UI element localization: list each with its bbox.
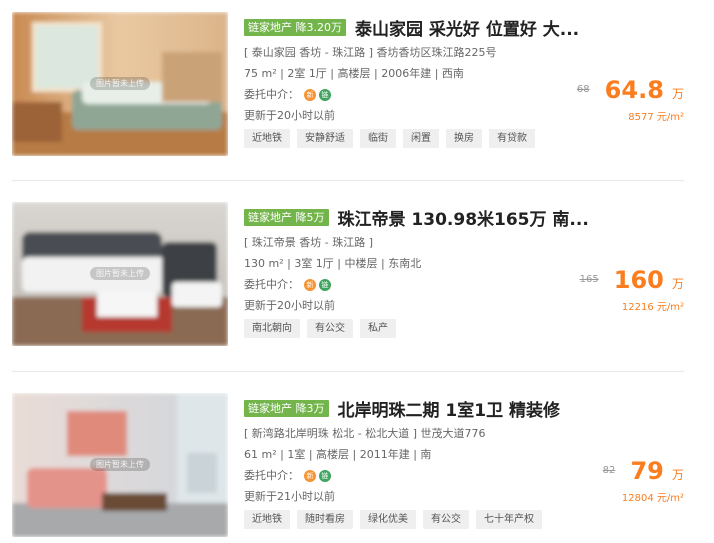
tag: 私产 xyxy=(360,319,396,338)
divider xyxy=(12,371,684,372)
price-unit: 万 xyxy=(671,468,684,482)
agent-label: 委托中介： xyxy=(244,278,299,291)
listing-card[interactable]: 图片暂未上传 链家地产 降5万 珠江帝景 130.98米165万 南... [ … xyxy=(0,190,714,350)
price-unit: 万 xyxy=(671,87,684,101)
listing-card[interactable]: 图片暂未上传 链家地产 降3万 北岸明珠二期 1室1卫 精装修 [ 新湾路北岸明… xyxy=(0,381,714,541)
tag: 绿化优美 xyxy=(360,510,416,529)
agent-lianjia-icon[interactable]: 链 xyxy=(319,88,331,101)
listing-photo[interactable]: 图片暂未上传 xyxy=(12,393,228,537)
tag: 安静舒适 xyxy=(297,129,353,148)
agent-new-icon[interactable]: 新 xyxy=(304,278,316,291)
price-block: 68 64.8 万 8577 元/m² xyxy=(544,76,684,123)
divider xyxy=(12,180,684,181)
listing-card[interactable]: 图片暂未上传 链家地产 降3.20万 泰山家园 采光好 位置好 大... [ 泰… xyxy=(0,0,714,160)
tag-list: 近地铁 安静舒适 临街 闲置 换房 有贷款 xyxy=(244,129,614,148)
listing-photo[interactable]: 图片暂未上传 xyxy=(12,12,228,156)
price-drop-badge: 链家地产 降3.20万 xyxy=(244,18,346,36)
original-price: 165 xyxy=(579,274,599,285)
total-price: 64.8 xyxy=(604,76,664,104)
agent-new-icon[interactable]: 新 xyxy=(304,88,316,101)
tag: 七十年产权 xyxy=(476,510,542,529)
tag: 随时看房 xyxy=(297,510,353,529)
agent-label: 委托中介： xyxy=(244,88,299,101)
photo-placeholder-label: 图片暂未上传 xyxy=(12,458,228,471)
listing-address[interactable]: [ 珠江帝景 香坊 - 珠江路 ] xyxy=(244,232,614,253)
price-unit: 万 xyxy=(671,277,684,291)
tag: 南北朝向 xyxy=(244,319,300,338)
tag: 近地铁 xyxy=(244,129,290,148)
tag-list: 近地铁 随时看房 绿化优美 有公交 七十年产权 xyxy=(244,510,614,529)
total-price: 160 xyxy=(613,266,664,294)
unit-price: 12216 元/m² xyxy=(621,302,684,313)
tag: 近地铁 xyxy=(244,510,290,529)
tag: 闲置 xyxy=(403,129,439,148)
agent-new-icon[interactable]: 新 xyxy=(304,469,316,482)
tag: 有贷款 xyxy=(489,129,535,148)
agent-lianjia-icon[interactable]: 链 xyxy=(319,469,331,482)
listing-title[interactable]: 珠江帝景 130.98米165万 南... xyxy=(338,205,589,230)
price-drop-badge: 链家地产 降3万 xyxy=(244,399,329,417)
photo-placeholder-label: 图片暂未上传 xyxy=(12,77,228,90)
listing-address[interactable]: [ 泰山家园 香坊 - 珠江路 ] 香坊香坊区珠江路225号 xyxy=(244,42,614,63)
tag: 换房 xyxy=(446,129,482,148)
listing-photo[interactable]: 图片暂未上传 xyxy=(12,202,228,346)
price-block: 82 79 万 12804 元/m² xyxy=(544,457,684,504)
listing-address[interactable]: [ 新湾路北岸明珠 松北 - 松北大道 ] 世茂大道776 xyxy=(244,423,614,444)
tag: 有公交 xyxy=(423,510,469,529)
tag: 有公交 xyxy=(307,319,353,338)
unit-price: 12804 元/m² xyxy=(621,493,684,504)
photo-placeholder-label: 图片暂未上传 xyxy=(12,267,228,280)
tag: 临街 xyxy=(360,129,396,148)
price-block: 165 160 万 12216 元/m² xyxy=(544,266,684,313)
original-price: 82 xyxy=(602,465,616,476)
listing-title[interactable]: 泰山家园 采光好 位置好 大... xyxy=(355,15,579,40)
tag-list: 南北朝向 有公交 私产 xyxy=(244,319,614,338)
agent-lianjia-icon[interactable]: 链 xyxy=(319,278,331,291)
agent-label: 委托中介： xyxy=(244,469,299,482)
original-price: 68 xyxy=(576,84,590,95)
price-drop-badge: 链家地产 降5万 xyxy=(244,208,329,226)
listing-title[interactable]: 北岸明珠二期 1室1卫 精装修 xyxy=(338,396,561,421)
total-price: 79 xyxy=(630,457,664,485)
unit-price: 8577 元/m² xyxy=(628,112,684,123)
